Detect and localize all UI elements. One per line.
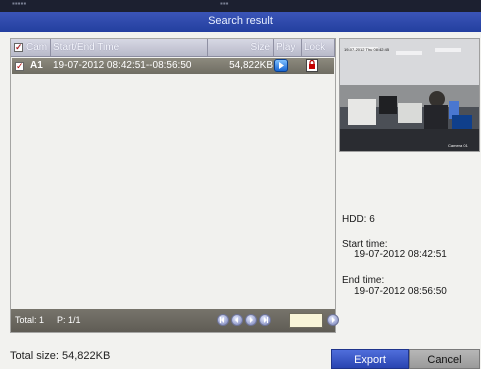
next-page-icon [250, 317, 253, 323]
previous-page-button[interactable] [231, 314, 243, 326]
background-text-fragment-left: ▪▪▪▪▪ [12, 0, 27, 8]
header-play: Play [274, 39, 302, 56]
lock-button[interactable] [306, 59, 318, 72]
page-indicator: P: 1/1 [57, 315, 81, 325]
header-lock: Lock [302, 39, 335, 56]
play-button[interactable] [274, 59, 288, 72]
cancel-button[interactable]: Cancel [409, 349, 480, 369]
end-time-label: End time: [342, 275, 385, 286]
play-icon [279, 62, 284, 69]
video-preview[interactable]: 19-07-2012 Thu 08:42:45 Camera 01 [339, 38, 480, 152]
header-cam[interactable]: ✓ Cam [11, 39, 51, 56]
lock-icon [309, 60, 315, 69]
header-start-end-time[interactable]: Start/End Time [51, 39, 208, 56]
last-page-icon [264, 317, 268, 323]
pagination-bar: Total: 1 P: 1/1 [11, 309, 339, 332]
first-page-icon [220, 317, 224, 323]
background-menu-strip: ▪▪▪▪▪ ▪▪▪ [0, 0, 481, 12]
row-size: 54,822KB [229, 60, 273, 71]
header-cam-label: Cam [26, 42, 48, 53]
previous-page-icon [235, 317, 238, 323]
next-page-button[interactable] [245, 314, 257, 326]
total-size-text: Total size: 54,822KB [10, 350, 111, 362]
row-cam: A1 [30, 60, 43, 71]
go-page-button[interactable] [327, 314, 339, 326]
preview-timestamp: 19-07-2012 Thu 08:42:45 [344, 47, 390, 52]
results-list-panel: ✓ Cam Start/End Time Size Play Lock ✓ A1… [10, 38, 339, 333]
row-start-end-time: 19-07-2012 08:42:51--08:56:50 [53, 60, 192, 71]
start-time-value: 19-07-2012 08:42:51 [354, 249, 447, 260]
hdd-info: HDD: 6 [342, 214, 375, 225]
table-row[interactable]: ✓ A1 19-07-2012 08:42:51--08:56:50 54,82… [12, 58, 334, 74]
header-select-all-checkbox[interactable]: ✓ [14, 43, 23, 52]
row-checkbox[interactable]: ✓ [15, 62, 24, 71]
office-scene-image: 19-07-2012 Thu 08:42:45 Camera 01 [340, 39, 479, 151]
list-header: ✓ Cam Start/End Time Size Play Lock [11, 39, 335, 57]
total-count: Total: 1 [15, 315, 45, 325]
title-bar: Search result [0, 12, 481, 33]
go-icon [332, 317, 335, 323]
preview-camera-label: Camera 01 [448, 143, 469, 148]
window-title: Search result [208, 15, 273, 27]
export-button[interactable]: Export [331, 349, 409, 369]
background-text-fragment-right: ▪▪▪ [220, 0, 229, 8]
header-size[interactable]: Size [208, 39, 274, 56]
end-time-value: 19-07-2012 08:56:50 [354, 286, 447, 297]
first-page-button[interactable] [217, 314, 229, 326]
page-number-input[interactable] [289, 313, 323, 328]
last-page-button[interactable] [259, 314, 271, 326]
